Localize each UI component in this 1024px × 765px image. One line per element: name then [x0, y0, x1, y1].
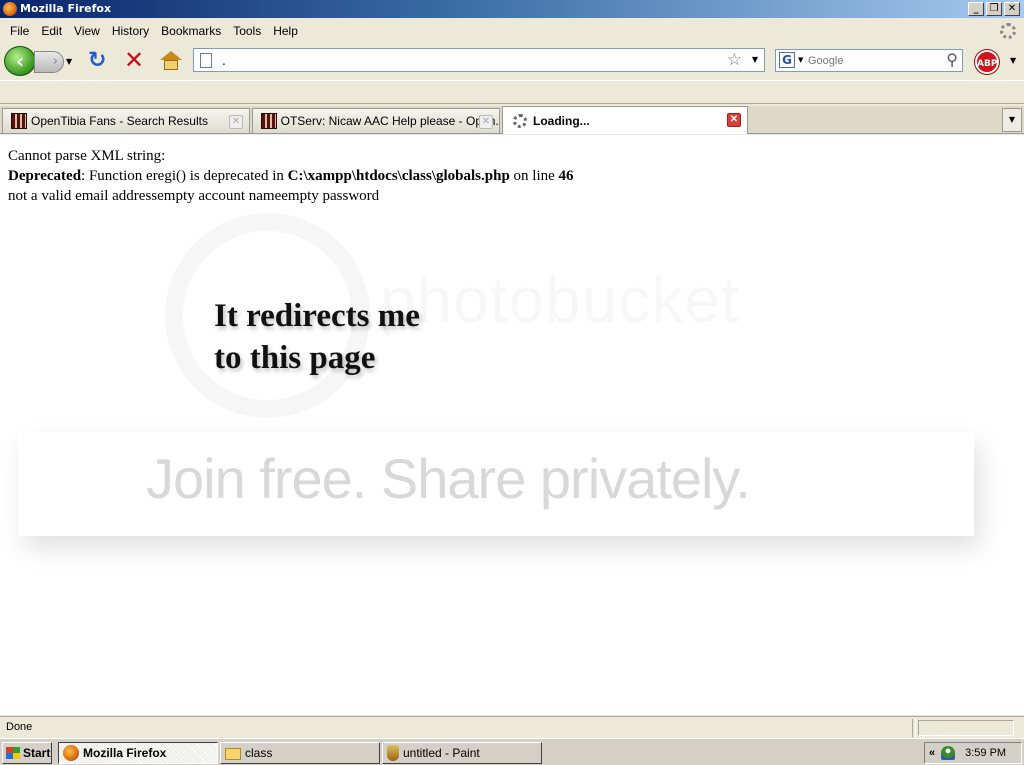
bookmarks-toolbar	[0, 80, 1024, 104]
loading-spinner-icon	[513, 113, 527, 128]
menu-view[interactable]: View	[68, 21, 106, 41]
taskbar-item-label: untitled - Paint	[403, 746, 480, 760]
menu-edit[interactable]: Edit	[35, 21, 68, 41]
page-content: photobucket Cannot parse XML string: Dep…	[0, 135, 1024, 715]
close-window-button[interactable]: ✕	[1004, 2, 1020, 16]
start-label: Start	[23, 746, 51, 760]
taskbar-item-label: Mozilla Firefox	[83, 746, 167, 760]
annotation-line: to this page	[214, 340, 376, 376]
stop-icon[interactable]: ✕	[124, 48, 144, 72]
taskbar-item-paint[interactable]: untitled - Paint	[382, 742, 542, 764]
tab-label: Loading...	[533, 113, 590, 128]
home-icon[interactable]	[160, 51, 182, 71]
watermark-banner-text: Join free. Share privately.	[146, 447, 751, 510]
close-tab-icon[interactable]: ✕	[229, 115, 243, 129]
taskbar-item-firefox[interactable]: Mozilla Firefox	[58, 742, 218, 764]
activity-throbber-icon	[1000, 23, 1016, 39]
annotation-text: It redirects me to this page	[214, 295, 420, 379]
search-input[interactable]	[808, 53, 936, 69]
status-text: Done	[6, 721, 33, 733]
network-users-icon[interactable]	[941, 746, 956, 760]
window-title: Mozilla Firefox	[20, 2, 112, 15]
menu-file[interactable]: File	[4, 21, 35, 41]
deprecated-online: on line	[509, 168, 559, 184]
close-tab-icon[interactable]: ✕	[479, 115, 493, 129]
status-bar: Done	[0, 716, 1024, 738]
deprecated-path: C:\xampp\htdocs\class\globals.php	[287, 168, 510, 184]
opentibia-favicon-icon	[261, 113, 277, 129]
show-hidden-icons-button[interactable]: «	[929, 747, 935, 759]
engine-dropdown-icon[interactable]: ▼	[798, 56, 803, 64]
taskbar-item-class-folder[interactable]: class	[220, 742, 380, 764]
taskbar-item-label: class	[245, 746, 273, 760]
firefox-icon	[63, 745, 79, 761]
bookmark-star-icon[interactable]: ☆	[727, 51, 742, 69]
deprecated-line: Deprecated: Function eregi() is deprecat…	[8, 166, 574, 186]
tab-label: OpenTibia Fans - Search Results	[31, 114, 208, 128]
url-text[interactable]: .	[222, 54, 226, 68]
url-dropdown-icon[interactable]: ▼	[752, 55, 758, 64]
search-magnifier-icon[interactable]: ⚲	[946, 50, 958, 70]
close-tab-icon[interactable]: ✕	[727, 113, 741, 127]
menu-tools[interactable]: Tools	[227, 21, 267, 41]
watermark-banner: Join free. Share privately.	[18, 432, 974, 536]
clock[interactable]: 3:59 PM	[965, 747, 1006, 759]
folder-icon	[225, 748, 241, 760]
list-all-tabs-button[interactable]: ▼	[1002, 108, 1022, 132]
google-engine-icon[interactable]: G	[779, 52, 795, 68]
annotation-line: It redirects me	[214, 298, 420, 334]
minimize-button[interactable]: _	[968, 2, 984, 16]
tab-loading[interactable]: Loading... ✕	[502, 106, 748, 134]
menu-history[interactable]: History	[106, 21, 155, 41]
start-button[interactable]: Start	[2, 742, 52, 764]
reload-icon[interactable]: ↻	[88, 50, 106, 72]
tab-opentibia-search[interactable]: OpenTibia Fans - Search Results ✕	[2, 108, 250, 133]
deprecated-message: : Function eregi() is deprecated in	[81, 168, 288, 184]
back-button[interactable]: ‹	[4, 46, 36, 76]
menu-bar: File Edit View History Bookmarks Tools H…	[0, 20, 1024, 42]
menu-bookmarks[interactable]: Bookmarks	[155, 21, 227, 41]
window-controls: _ ❐ ✕	[968, 2, 1020, 16]
status-panel	[918, 720, 1014, 736]
system-tray: « 3:59 PM	[924, 742, 1022, 764]
error-output: Cannot parse XML string: Deprecated: Fun…	[8, 146, 574, 206]
tab-bar: OpenTibia Fans - Search Results ✕ OTServ…	[0, 106, 1024, 134]
xml-error-line: Cannot parse XML string:	[8, 148, 166, 164]
history-dropdown-icon[interactable]: ▼	[66, 57, 72, 66]
taskbar: Start Mozilla Firefox class untitled - P…	[0, 738, 1024, 765]
tab-label: OTServ: Nicaw AAC Help please - Open...	[280, 114, 499, 128]
window-titlebar: Mozilla Firefox _ ❐ ✕	[0, 0, 1024, 18]
windows-logo-icon	[6, 747, 20, 759]
deprecated-line-number: 46	[558, 168, 574, 184]
status-divider	[912, 719, 916, 737]
restore-button[interactable]: ❐	[986, 2, 1002, 16]
deprecated-label: Deprecated	[8, 168, 82, 184]
validation-line: not a valid email addressempty account n…	[8, 188, 380, 204]
menu-help[interactable]: Help	[267, 21, 304, 41]
tab-otserv-nicaw[interactable]: OTServ: Nicaw AAC Help please - Open... …	[252, 108, 500, 133]
adblock-plus-icon[interactable]: ABP	[975, 50, 999, 74]
page-icon	[200, 53, 212, 68]
adblock-dropdown-icon[interactable]: ▼	[1010, 56, 1016, 65]
opentibia-favicon-icon	[11, 113, 27, 129]
firefox-icon	[3, 2, 17, 16]
url-bar[interactable]: . ☆ ▼	[193, 48, 765, 72]
paint-icon	[387, 745, 399, 761]
search-bar[interactable]: G ▼ ⚲	[775, 49, 963, 72]
forward-button[interactable]: ›	[34, 51, 64, 73]
watermark-brand: photobucket	[380, 263, 740, 337]
